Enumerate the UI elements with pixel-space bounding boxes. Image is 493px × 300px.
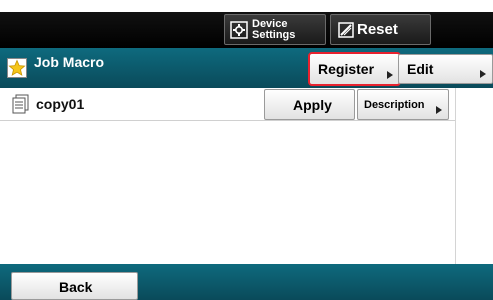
- page-title: Job Macro: [34, 54, 105, 70]
- description-button[interactable]: Description: [357, 89, 449, 120]
- device-settings-icon: [230, 20, 248, 39]
- document-icon: [12, 94, 30, 114]
- reset-icon: [338, 21, 354, 38]
- reset-label: Reset: [357, 21, 398, 38]
- apply-button[interactable]: Apply: [264, 89, 355, 120]
- chevron-right-icon: [480, 70, 486, 78]
- apply-label: Apply: [293, 97, 332, 113]
- register-label: Register: [318, 61, 375, 77]
- chevron-right-icon: [436, 106, 442, 114]
- back-label: Back: [59, 279, 93, 295]
- register-button[interactable]: Register: [308, 52, 401, 86]
- back-button[interactable]: Back: [11, 272, 138, 300]
- macro-name: copy01: [36, 96, 85, 112]
- star-icon: [7, 58, 27, 78]
- description-label: Description: [364, 99, 425, 111]
- chevron-right-icon: [387, 71, 393, 79]
- scrollbar[interactable]: [455, 88, 493, 264]
- device-settings-label-line1: Device: [252, 17, 288, 30]
- device-settings-label-line2: Settings: [252, 28, 296, 41]
- device-settings-button[interactable]: Device Settings: [224, 14, 326, 45]
- reset-button[interactable]: Reset: [330, 14, 431, 45]
- edit-button[interactable]: Edit: [398, 54, 493, 84]
- device-settings-label: Device Settings: [252, 17, 296, 41]
- edit-label: Edit: [407, 61, 434, 77]
